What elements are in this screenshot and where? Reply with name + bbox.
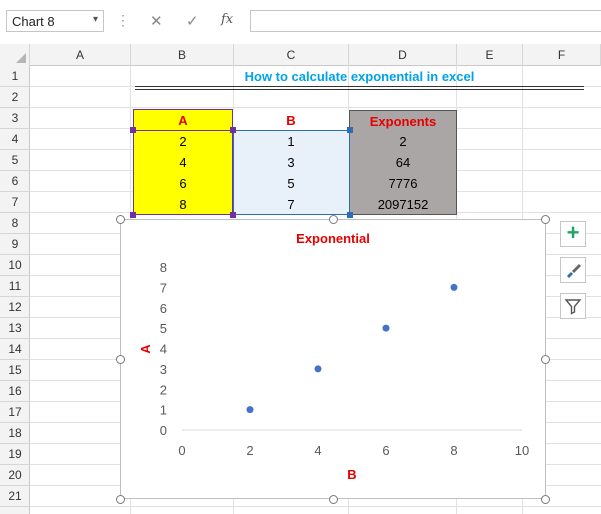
y-tick-label: 5 <box>160 321 167 336</box>
y-tick-label: 3 <box>160 362 167 377</box>
formula-bar-grip-icon: ⋮ <box>116 12 130 28</box>
row-header[interactable]: 3 <box>0 108 30 129</box>
table-cell[interactable]: 2097152 <box>349 194 457 215</box>
column-header-f[interactable]: F <box>523 44 601 66</box>
chart-resize-handle[interactable] <box>116 495 125 504</box>
range-handle[interactable] <box>347 212 353 218</box>
x-tick-label: 10 <box>515 443 529 458</box>
row-header[interactable]: 13 <box>0 318 30 339</box>
row-header[interactable]: 21 <box>0 486 30 507</box>
data-point[interactable] <box>314 365 322 373</box>
row-header[interactable]: 19 <box>0 444 30 465</box>
formula-input[interactable] <box>250 10 601 32</box>
x-axis-title[interactable]: B <box>347 467 356 482</box>
row-header[interactable]: 20 <box>0 465 30 486</box>
chart-resize-handle[interactable] <box>541 355 550 364</box>
row-header[interactable]: 8 <box>0 213 30 234</box>
y-tick-label: 0 <box>160 423 167 438</box>
row-header[interactable]: 15 <box>0 360 30 381</box>
chart-resize-handle[interactable] <box>329 215 338 224</box>
enter-icon[interactable]: ✓ <box>186 12 199 30</box>
range-handle[interactable] <box>130 212 136 218</box>
chart-plot[interactable]: Exponential B A 0 2 4 6 8 10 0 1 2 3 4 5 6 7 8 <box>120 219 546 499</box>
row-header[interactable]: 4 <box>0 129 30 150</box>
chart-filters-button[interactable]: ▼ <box>560 293 586 319</box>
range-highlight-a <box>133 130 233 215</box>
select-all-icon <box>16 53 26 63</box>
data-point[interactable] <box>382 324 390 332</box>
y-tick-label: 4 <box>160 342 167 357</box>
row-header[interactable]: 5 <box>0 150 30 171</box>
formula-bar: Chart 8 ▾ ⋮ ✕ ✓ fx <box>0 0 601 44</box>
row-header[interactable]: 12 <box>0 297 30 318</box>
y-tick-label: 2 <box>160 382 167 397</box>
filter-icon <box>564 299 582 315</box>
x-tick-label: 6 <box>382 443 389 458</box>
table-cell[interactable]: 7776 <box>349 173 457 194</box>
paintbrush-icon <box>567 264 581 278</box>
chart-styles-button[interactable]: 🖌 <box>560 257 586 283</box>
column-header-e[interactable]: E <box>457 44 523 66</box>
chart-resize-handle[interactable] <box>329 495 338 504</box>
chevron-down-icon[interactable]: ▾ <box>93 14 98 25</box>
row-headers: 1 2 3 4 5 6 7 8 9 10 11 12 13 14 15 16 1… <box>0 66 30 514</box>
table-header-b[interactable]: B <box>233 110 349 131</box>
table-cell[interactable]: 2 <box>349 131 457 152</box>
data-point[interactable] <box>246 406 254 414</box>
row-header[interactable]: 7 <box>0 192 30 213</box>
table-header-exponents[interactable]: Exponents <box>349 110 457 131</box>
row-header[interactable]: 6 <box>0 171 30 192</box>
column-header-c[interactable]: C <box>234 44 349 66</box>
y-axis-title[interactable]: A <box>138 344 153 354</box>
row-header[interactable]: 17 <box>0 402 30 423</box>
column-header-d[interactable]: D <box>349 44 457 66</box>
x-tick-label: 4 <box>314 443 321 458</box>
range-handle[interactable] <box>130 127 136 133</box>
chart-elements-button[interactable]: + <box>560 220 586 247</box>
title-underline <box>135 86 584 87</box>
range-handle[interactable] <box>230 127 236 133</box>
name-box[interactable]: Chart 8 ▾ <box>6 10 104 32</box>
scatter-chart[interactable]: Exponential B A 0 2 4 6 8 10 0 1 2 3 4 5 6 7 8 <box>120 219 546 499</box>
column-header-a[interactable]: A <box>30 44 131 66</box>
y-tick-label: 6 <box>160 301 167 316</box>
column-header-b[interactable]: B <box>131 44 234 66</box>
select-all-corner[interactable] <box>0 44 30 66</box>
column-headers: A B C D E F <box>0 44 601 66</box>
chart-resize-handle[interactable] <box>116 355 125 364</box>
chart-resize-handle[interactable] <box>541 495 550 504</box>
table-cell[interactable]: 64 <box>349 152 457 173</box>
row-header[interactable]: 2 <box>0 87 30 108</box>
series-name-highlight <box>133 109 233 131</box>
data-point[interactable] <box>450 283 458 291</box>
row-header[interactable]: 14 <box>0 339 30 360</box>
range-highlight-b <box>233 130 350 215</box>
row-header[interactable]: 9 <box>0 234 30 255</box>
plus-icon: + <box>566 220 580 245</box>
cancel-icon[interactable]: ✕ <box>150 12 163 30</box>
row-header[interactable]: 18 <box>0 423 30 444</box>
chart-title[interactable]: Exponential <box>296 231 370 246</box>
range-handle[interactable] <box>230 212 236 218</box>
row-header[interactable]: 1 <box>0 66 30 87</box>
y-tick-label: 8 <box>160 260 167 275</box>
row-header[interactable]: 11 <box>0 276 30 297</box>
chart-resize-handle[interactable] <box>541 215 550 224</box>
insert-function-icon[interactable]: fx <box>221 12 233 27</box>
x-tick-label: 2 <box>246 443 253 458</box>
title-underline <box>135 89 584 90</box>
chart-resize-handle[interactable] <box>116 215 125 224</box>
x-tick-label: 8 <box>450 443 457 458</box>
row-header[interactable]: 10 <box>0 255 30 276</box>
y-tick-label: 1 <box>160 403 167 418</box>
name-box-value: Chart 8 <box>12 14 55 29</box>
sheet-title[interactable]: How to calculate exponential in excel <box>135 66 584 87</box>
row-header[interactable]: 16 <box>0 381 30 402</box>
range-handle[interactable] <box>347 127 353 133</box>
y-tick-label: 7 <box>160 280 167 295</box>
x-tick-label: 0 <box>178 443 185 458</box>
